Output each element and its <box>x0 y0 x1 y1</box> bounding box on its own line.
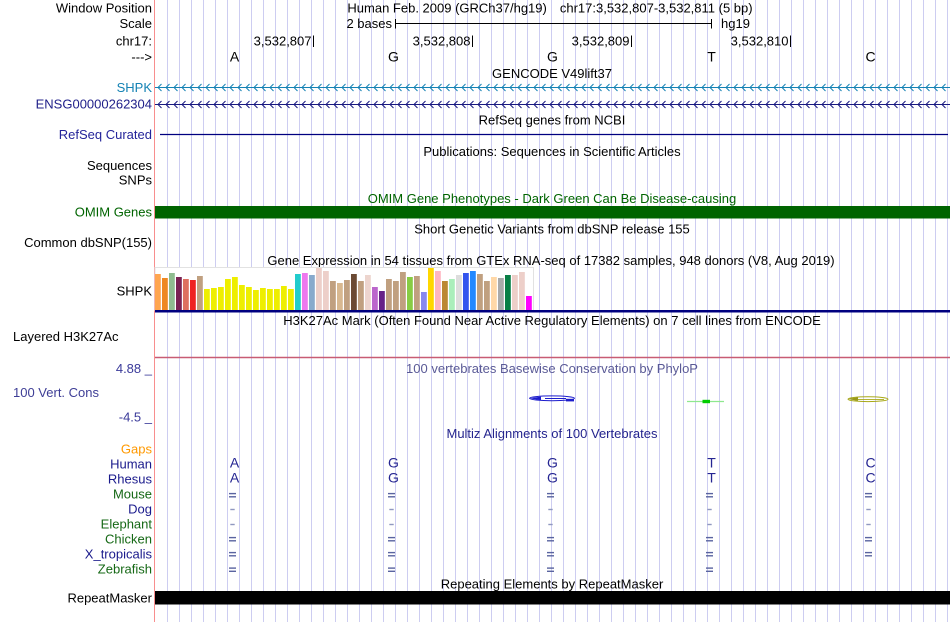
svg-text:Dog: Dog <box>128 502 152 517</box>
svg-text:Multiz Alignments of 100 Verte: Multiz Alignments of 100 Vertebrates <box>446 426 658 441</box>
svg-text:3,532,808: 3,532,808 <box>413 34 471 49</box>
svg-text:100 vertebrates Basewise Conse: 100 vertebrates Basewise Conservation by… <box>406 361 698 376</box>
svg-text:ENSG00000262304: ENSG00000262304 <box>36 97 152 112</box>
svg-text:RepeatMasker: RepeatMasker <box>67 591 152 606</box>
svg-text:SHPK: SHPK <box>117 80 153 95</box>
svg-text:Repeating Elements by RepeatMa: Repeating Elements by RepeatMasker <box>441 577 664 592</box>
svg-text:X_tropicalis: X_tropicalis <box>85 547 153 562</box>
svg-text:--->: ---> <box>131 50 152 65</box>
svg-text:G: G <box>547 48 558 64</box>
svg-text:C: C <box>865 48 875 64</box>
svg-text:Zebrafish: Zebrafish <box>98 562 152 577</box>
svg-text:-4.5 _: -4.5 _ <box>119 410 153 425</box>
svg-text:A: A <box>230 470 240 486</box>
svg-text:Gaps: Gaps <box>121 442 153 457</box>
svg-text:T: T <box>707 455 716 471</box>
svg-text:2 bases: 2 bases <box>346 16 392 31</box>
svg-text:4.88 _: 4.88 _ <box>116 361 153 376</box>
svg-text:T: T <box>707 48 716 64</box>
svg-text:G: G <box>388 455 399 471</box>
svg-text:Elephant: Elephant <box>101 517 153 532</box>
svg-text:OMIM Genes: OMIM Genes <box>75 205 153 220</box>
svg-text:Layered H3K27Ac: Layered H3K27Ac <box>13 329 119 344</box>
svg-text:Gene Expression in 54 tissues: Gene Expression in 54 tissues from GTEx … <box>267 253 834 268</box>
svg-text:G: G <box>547 455 558 471</box>
svg-text:Common dbSNP(155): Common dbSNP(155) <box>24 235 152 250</box>
svg-text:Chicken: Chicken <box>105 532 152 547</box>
svg-text:H3K27Ac Mark (Often Found Near: H3K27Ac Mark (Often Found Near Active Re… <box>283 313 821 328</box>
svg-text:C: C <box>865 455 875 471</box>
svg-text:Short Genetic Variants from db: Short Genetic Variants from dbSNP releas… <box>414 222 690 237</box>
svg-text:A: A <box>230 48 240 64</box>
svg-text:GENCODE V49lift37: GENCODE V49lift37 <box>492 66 612 81</box>
svg-text:Human: Human <box>110 457 152 472</box>
svg-text:3,532,809: 3,532,809 <box>572 34 630 49</box>
svg-text:Publications: Sequences in Sci: Publications: Sequences in Scientific Ar… <box>423 144 681 159</box>
svg-text:G: G <box>388 470 399 486</box>
svg-text:RefSeq Curated: RefSeq Curated <box>59 127 152 142</box>
svg-text:Window Position: Window Position <box>56 1 152 16</box>
svg-text:G: G <box>547 470 558 486</box>
svg-text:chr17:: chr17: <box>116 34 152 49</box>
svg-text:Scale: Scale <box>119 16 152 31</box>
svg-text:Human Feb. 2009 (GRCh37/hg19): Human Feb. 2009 (GRCh37/hg19) chr17:3,53… <box>347 1 752 16</box>
svg-text:Rhesus: Rhesus <box>108 472 153 487</box>
svg-text:hg19: hg19 <box>721 16 750 31</box>
svg-text:Sequences: Sequences <box>87 158 153 173</box>
svg-text:OMIM Gene Phenotypes - Dark Gr: OMIM Gene Phenotypes - Dark Green Can Be… <box>368 191 737 206</box>
svg-text:A: A <box>230 455 240 471</box>
svg-text:Mouse: Mouse <box>113 487 152 502</box>
svg-text:T: T <box>707 470 716 486</box>
svg-text:3,532,810: 3,532,810 <box>731 34 789 49</box>
svg-text:SHPK: SHPK <box>117 284 153 299</box>
svg-text:100 Vert. Cons: 100 Vert. Cons <box>13 385 99 400</box>
svg-text:C: C <box>865 470 875 486</box>
svg-text:SNPs: SNPs <box>119 173 153 188</box>
svg-text:3,532,807: 3,532,807 <box>254 34 312 49</box>
svg-text:RefSeq genes from NCBI: RefSeq genes from NCBI <box>479 113 626 128</box>
svg-text:G: G <box>388 48 399 64</box>
